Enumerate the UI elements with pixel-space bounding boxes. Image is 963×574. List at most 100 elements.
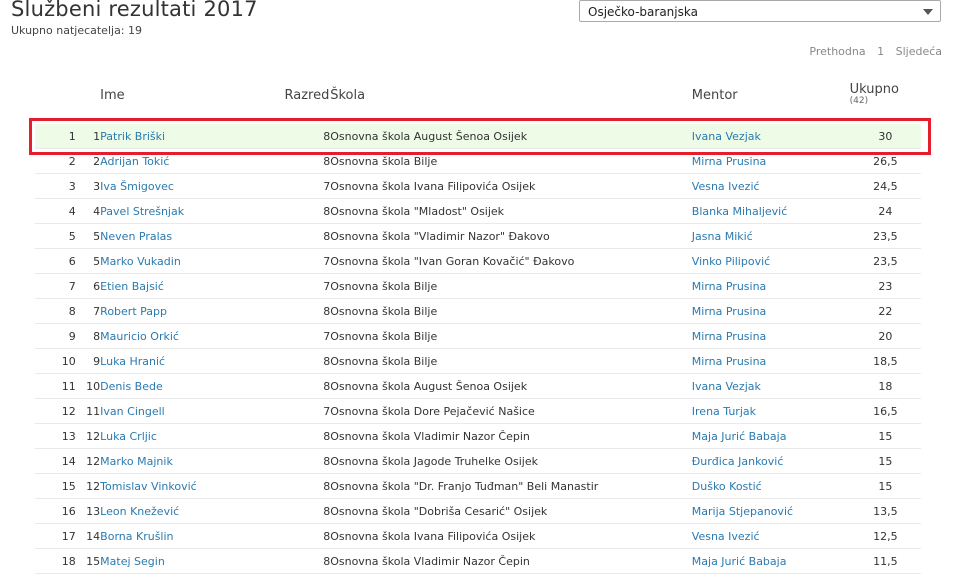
cell-name-link[interactable]: Tomislav Vinković [100,473,285,499]
cell-grade: 7 [284,323,331,349]
cell-total: 15 [849,423,921,449]
pager-prev-link[interactable]: Prethodna [809,45,865,58]
cell-rank: 16 [35,498,76,524]
cell-place: 3 [75,173,101,199]
cell-name-link[interactable]: Denis Bede [100,373,285,399]
cell-mentor-link[interactable]: Duško Kostić [691,473,850,499]
cell-grade: 8 [284,348,331,374]
col-total-header[interactable]: Ukupno (42) [850,83,921,108]
cell-name-link[interactable]: Iva Šmigovec [100,173,285,199]
cell-name-link[interactable]: Luka Hranić [100,348,285,374]
cell-school: Osnovna škola Vladimir Nazor Čepin [330,548,692,574]
cell-total: 15 [849,448,921,474]
cell-place: 13 [75,498,101,524]
cell-mentor-link[interactable]: Blanka Mihaljević [691,198,850,224]
cell-rank: 10 [35,348,76,374]
cell-name-link[interactable]: Ivan Cingell [100,398,285,424]
cell-name-link[interactable]: Leon Knežević [100,498,285,524]
cell-school: Osnovna škola Bilje [330,323,692,349]
table-row: 13 12 Luka Crljic 8 Osnovna škola Vladimir N… [35,423,921,449]
cell-rank: 14 [35,448,76,474]
cell-total: 23,5 [849,223,921,249]
cell-mentor-link[interactable]: Đurđica Janković [691,448,850,474]
cell-name-link[interactable]: Adrijan Tokić [100,148,285,174]
cell-total: 24 [849,198,921,224]
cell-place: 5 [75,223,101,249]
cell-name-link[interactable]: Mauricio Orkić [100,323,285,349]
cell-rank: 7 [35,273,76,299]
col-school-header[interactable]: Škola [330,83,692,108]
pagination: Prethodna 1 Sljedeća [801,45,942,58]
cell-mentor-link[interactable]: Mirna Prusina [691,323,850,349]
cell-place: 15 [75,548,101,574]
cell-total: 23,5 [849,248,921,274]
cell-name-link[interactable]: Marko Majnik [100,448,285,474]
cell-place: 9 [75,348,101,374]
col-name-header[interactable]: Ime [100,83,284,108]
cell-mentor-link[interactable]: Vesna Ivezić [691,523,850,549]
cell-mentor-link[interactable]: Ivana Vezjak [691,373,850,399]
cell-rank: 17 [35,523,76,549]
cell-school: Osnovna škola Ivana Filipovića Osijek [330,523,692,549]
cell-total: 24,5 [849,173,921,199]
cell-grade: 8 [284,148,331,174]
col-grade-header[interactable]: Razred [285,83,331,108]
pager-current-page[interactable]: 1 [877,45,884,58]
cell-name-link[interactable]: Luka Crljic [100,423,285,449]
cell-total: 11,5 [849,548,921,574]
cell-rank: 13 [35,423,76,449]
cell-name-link[interactable]: Robert Papp [100,298,285,324]
table-row: 4 4 Pavel Strešnjak 8 Osnovna škola "Mladost… [35,198,921,224]
cell-place: 12 [75,423,101,449]
cell-name-link[interactable]: Matej Segin [100,548,285,574]
cell-name-link[interactable]: Marko Vukadin [100,248,285,274]
cell-place: 10 [75,373,101,399]
cell-grade: 8 [284,448,331,474]
cell-grade: 8 [284,498,331,524]
cell-place: 2 [75,148,101,174]
table-row: 6 5 Marko Vukadin 7 Osnovna škola "Ivan Gora… [35,248,921,274]
cell-mentor-link[interactable]: Maja Jurić Babaja [691,423,850,449]
cell-total: 12,5 [849,523,921,549]
cell-name-link[interactable]: Neven Pralas [100,223,285,249]
cell-total: 23 [849,273,921,299]
cell-name-link[interactable]: Patrik Briški [100,124,285,149]
cell-mentor-link[interactable]: Irena Turjak [691,398,850,424]
cell-school: Osnovna škola August Šenoa Osijek [330,124,692,149]
cell-mentor-link[interactable]: Mirna Prusina [691,273,850,299]
cell-mentor-link[interactable]: Mirna Prusina [691,348,850,374]
cell-rank: 2 [35,148,76,174]
contestant-count: Ukupno natjecatelja: 19 [11,24,143,37]
cell-school: Osnovna škola Bilje [330,273,692,299]
cell-rank: 3 [35,173,76,199]
cell-mentor-link[interactable]: Marija Stjepanović [691,498,850,524]
cell-mentor-link[interactable]: Jasna Mikić [691,223,850,249]
cell-mentor-link[interactable]: Vesna Ivezić [691,173,850,199]
col-place-header [76,83,100,108]
cell-name-link[interactable]: Pavel Strešnjak [100,198,285,224]
pager-next-link[interactable]: Sljedeća [896,45,942,58]
cell-mentor-link[interactable]: Mirna Prusina [691,298,850,324]
results-table: Ime Razred Škola Mentor Ukupno (42) 1 1 Pa… [35,83,921,574]
cell-total: 22 [849,298,921,324]
cell-total: 30 [849,124,921,149]
cell-place: 8 [75,323,101,349]
table-row: 16 13 Leon Knežević 8 Osnovna škola "Dobriša… [35,498,921,524]
chevron-down-icon [923,9,933,15]
cell-grade: 7 [284,173,331,199]
cell-mentor-link[interactable]: Maja Jurić Babaja [691,548,850,574]
table-row: 1 1 Patrik Briški 8 Osnovna škola August Šen… [35,124,921,149]
cell-place: 6 [75,273,101,299]
cell-rank: 9 [35,323,76,349]
cell-school: Osnovna škola "Mladost" Osijek [330,198,692,224]
cell-name-link[interactable]: Borna Krušlin [100,523,285,549]
cell-mentor-link[interactable]: Vinko Pilipović [691,248,850,274]
cell-mentor-link[interactable]: Mirna Prusina [691,148,850,174]
cell-rank: 15 [35,473,76,499]
cell-mentor-link[interactable]: Ivana Vezjak [691,124,850,149]
cell-name-link[interactable]: Etien Bajsić [100,273,285,299]
region-select[interactable]: Osječko-baranjska [579,0,941,22]
cell-grade: 8 [284,223,331,249]
cell-school: Osnovna škola Dore Pejačević Našice [330,398,692,424]
col-mentor-header[interactable]: Mentor [692,83,850,108]
